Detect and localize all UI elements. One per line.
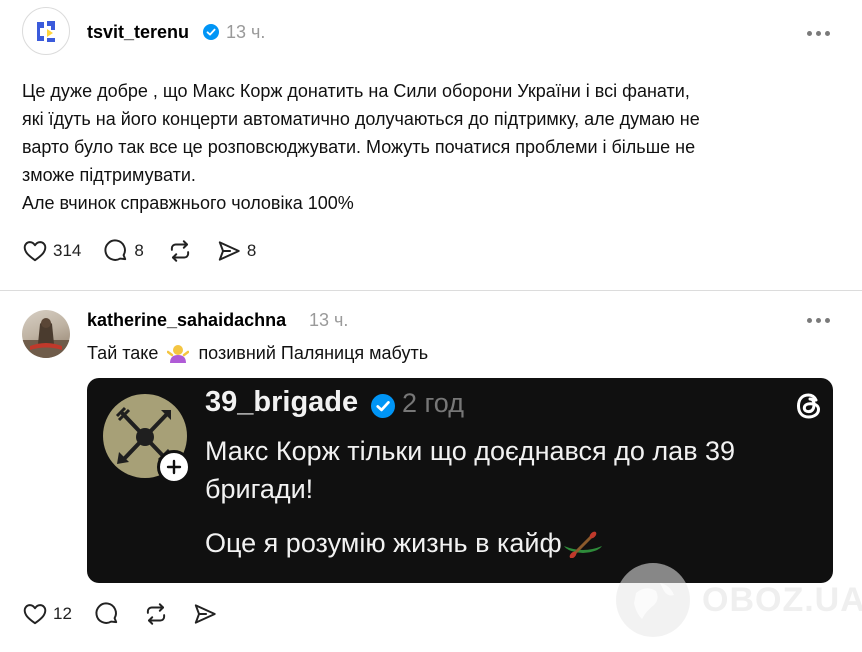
threads-logo-icon[interactable]	[791, 388, 827, 424]
verified-badge-icon	[203, 24, 219, 40]
quoted-text-line: Оце я розумію жизнь в кайф	[205, 524, 815, 562]
verified-badge-icon	[371, 394, 395, 418]
post-actions: 314 8 8	[22, 238, 278, 264]
quoted-post-card[interactable]: 39_brigade 2 год Макс Корж тільки що доє…	[87, 378, 833, 583]
post-timestamp: 13 ч.	[226, 22, 266, 42]
post-author-username[interactable]: tsvit_terenu	[87, 22, 189, 43]
reply-more-options-button[interactable]	[807, 315, 833, 325]
comment-icon	[95, 602, 118, 624]
like-button[interactable]: 314	[22, 238, 81, 264]
reply-comment-button[interactable]	[94, 601, 120, 627]
follow-button[interactable]	[157, 450, 191, 484]
like-count: 314	[53, 241, 82, 260]
avatar-photo	[22, 318, 70, 358]
post-text-line: зможе підтримувати.	[22, 165, 196, 185]
watermark-text: OBOZ.UA	[702, 580, 862, 619]
channel-logo-icon	[37, 21, 55, 42]
share-icon	[218, 241, 240, 261]
more-icon	[807, 317, 812, 323]
reply-text-start: Тай таке	[87, 343, 159, 363]
heart-icon	[23, 604, 47, 625]
repost-button[interactable]	[166, 238, 194, 264]
reply-like-button[interactable]: 12	[22, 601, 72, 627]
canoe-emoji-icon	[563, 531, 602, 558]
reply-timestamp: 13 ч.	[309, 310, 349, 330]
reply-repost-button[interactable]	[142, 601, 170, 627]
post-text-line: Це дуже добре , що Макс Корж донатить на…	[22, 81, 690, 101]
reply-actions: 12	[22, 601, 240, 627]
quoted-timestamp: 2 год	[402, 388, 464, 418]
share-count: 8	[246, 241, 257, 260]
share-icon	[194, 604, 216, 624]
heart-icon	[23, 241, 47, 262]
quoted-post-text: Макс Корж тільки що доєднався до лав 39 …	[205, 432, 815, 562]
more-options-button[interactable]	[807, 28, 833, 38]
comment-count: 8	[134, 241, 144, 260]
post-text-line: Але вчинок справжнього чоловіка 100%	[22, 193, 354, 213]
comment-button[interactable]: 8	[103, 238, 144, 264]
comment-icon	[104, 239, 127, 261]
quoted-text-line: Макс Корж тільки що доєднався до лав 39	[205, 436, 736, 466]
quoted-text-line: бригади!	[205, 474, 314, 504]
plus-icon	[166, 459, 182, 475]
shrug-emoji-icon	[167, 345, 190, 363]
reply-text-end: позивний Паляниця мабуть	[198, 343, 429, 363]
quoted-author-username[interactable]: 39_brigade	[205, 386, 358, 419]
repost-icon	[170, 240, 189, 262]
more-icon	[807, 30, 812, 36]
reply-like-count: 12	[53, 604, 72, 623]
reply-share-button[interactable]	[192, 601, 218, 627]
share-button[interactable]: 8	[216, 238, 256, 264]
quoted-text-line-3: Оце я розумію жизнь в кайф	[205, 528, 562, 558]
reply-text: Тай таке позивний Паляниця мабуть	[87, 343, 428, 364]
avatar[interactable]	[22, 7, 70, 55]
divider	[0, 290, 862, 291]
post-text: Це дуже добре , що Макс Корж донатить на…	[22, 77, 822, 217]
reply-author-username[interactable]: katherine_sahaidachna	[87, 310, 286, 331]
post-text-line: варто було так все це розповсюджувати. М…	[22, 137, 696, 157]
repost-icon	[146, 603, 166, 625]
reply-avatar[interactable]	[22, 310, 70, 358]
post-text-line: які їдуть на його концерти автоматично д…	[22, 109, 700, 129]
post-header: tsvit_terenu 13 ч.	[0, 0, 862, 64]
